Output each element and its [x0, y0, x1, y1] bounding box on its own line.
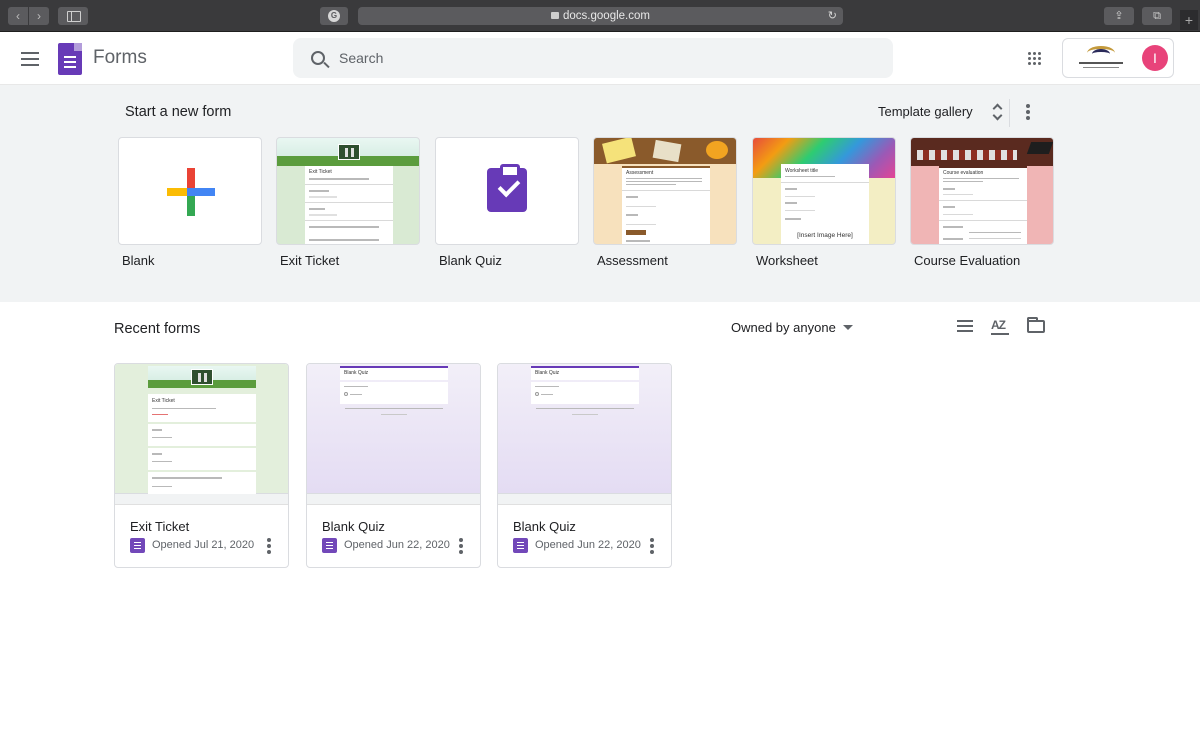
exit-sign-icon — [191, 369, 213, 385]
extension-button[interactable]: G — [320, 7, 348, 25]
template-worksheet[interactable]: Worksheet title [Insert Image Here] — [752, 137, 896, 245]
template-blank-quiz[interactable] — [435, 137, 579, 245]
section-title: Recent forms — [114, 321, 201, 337]
plus-icon — [167, 168, 215, 216]
template-exit-ticket[interactable]: Exit Ticket — [276, 137, 420, 245]
owner-filter-dropdown[interactable]: Owned by anyone — [731, 320, 853, 335]
form-preview: Exit Ticket — [305, 166, 393, 244]
form-preview: Worksheet title [Insert Image Here] — [781, 164, 869, 244]
template-label[interactable]: Blank Quiz — [439, 253, 502, 268]
section-title: Start a new form — [125, 104, 232, 120]
template-course-evaluation[interactable]: Course evaluation — [910, 137, 1054, 245]
template-section: Start a new form Template gallery Blank … — [0, 85, 1200, 302]
more-options-icon[interactable] — [650, 538, 654, 554]
lock-icon — [551, 12, 560, 19]
back-icon[interactable]: ‹ — [8, 7, 28, 25]
template-label[interactable]: Course Evaluation — [914, 253, 1020, 268]
last-opened-date: Opened Jul 21, 2020 — [152, 539, 255, 551]
quiz-icon — [487, 164, 527, 212]
template-label[interactable]: Blank — [122, 253, 155, 268]
graduation-cap-icon — [1026, 142, 1053, 154]
form-preview: Assessment — [622, 166, 710, 244]
form-thumbnail[interactable]: Exit Ticket — [115, 364, 288, 494]
exit-sign-icon — [338, 144, 360, 160]
form-preview: Course evaluation — [939, 166, 1027, 244]
address-bar[interactable]: docs.google.com ↻ — [358, 7, 843, 25]
app-header: Forms I — [0, 32, 1200, 85]
last-opened-date: Opened Jun 22, 2020 — [344, 539, 450, 551]
template-gallery-label: Template gallery — [878, 104, 973, 119]
more-options-icon[interactable] — [1026, 104, 1030, 120]
reload-icon[interactable]: ↻ — [828, 7, 837, 25]
sort-az-icon[interactable]: AZ — [991, 318, 1009, 335]
forms-file-icon — [322, 538, 337, 553]
recent-form-card[interactable]: Blank Quiz Blank Quiz Opened Jun 22, 202… — [497, 363, 672, 568]
folder-icon[interactable] — [1027, 317, 1045, 333]
template-assessment[interactable]: Assessment — [593, 137, 737, 245]
new-tab-icon[interactable]: + — [1180, 10, 1198, 30]
search-icon[interactable] — [311, 51, 325, 65]
app-title[interactable]: Forms — [93, 47, 147, 69]
form-thumbnail[interactable]: Blank Quiz — [307, 364, 480, 494]
expand-collapse-icon — [993, 105, 1003, 119]
recent-form-card[interactable]: Blank Quiz Blank Quiz Opened Jun 22, 202… — [306, 363, 481, 568]
forms-file-icon — [130, 538, 145, 553]
template-label[interactable]: Worksheet — [756, 253, 818, 268]
template-label[interactable]: Exit Ticket — [280, 253, 339, 268]
grammarly-icon: G — [328, 10, 340, 22]
owner-filter-label: Owned by anyone — [731, 320, 836, 335]
google-apps-icon[interactable] — [1028, 52, 1042, 66]
last-opened-date: Opened Jun 22, 2020 — [535, 539, 641, 551]
search-bar[interactable] — [293, 38, 893, 78]
template-blank[interactable] — [118, 137, 262, 245]
form-thumbnail[interactable]: Blank Quiz — [498, 364, 671, 494]
template-label[interactable]: Assessment — [597, 253, 668, 268]
url-text: docs.google.com — [563, 10, 650, 22]
search-input[interactable] — [339, 38, 879, 78]
more-options-icon[interactable] — [459, 538, 463, 554]
main-menu-icon[interactable] — [21, 52, 39, 66]
organization-logo — [1079, 46, 1123, 72]
form-name[interactable]: Blank Quiz — [322, 519, 385, 534]
coffee-cup-icon — [706, 141, 728, 159]
form-name[interactable]: Blank Quiz — [513, 519, 576, 534]
recent-form-card[interactable]: Exit Ticket Exit Ticket Opened Jul 21, 2… — [114, 363, 289, 568]
forms-file-icon — [513, 538, 528, 553]
divider — [1009, 99, 1010, 127]
forms-logo-icon[interactable] — [58, 43, 82, 75]
browser-toolbar: ‹ › G docs.google.com ↻ ⇪ ⧉ + — [0, 0, 1200, 32]
template-gallery-button[interactable]: Template gallery — [870, 97, 981, 127]
share-icon[interactable]: ⇪ — [1104, 7, 1134, 25]
more-options-icon[interactable] — [267, 538, 271, 554]
dropdown-caret-icon — [842, 325, 853, 330]
sidebar-toggle-icon[interactable] — [58, 7, 88, 25]
avatar[interactable]: I — [1142, 45, 1168, 71]
account-switcher[interactable]: I — [1062, 38, 1174, 78]
list-view-icon[interactable] — [957, 320, 973, 332]
form-name[interactable]: Exit Ticket — [130, 519, 189, 534]
forward-icon[interactable]: › — [29, 7, 49, 25]
tabs-overview-icon[interactable]: ⧉ — [1142, 7, 1172, 25]
